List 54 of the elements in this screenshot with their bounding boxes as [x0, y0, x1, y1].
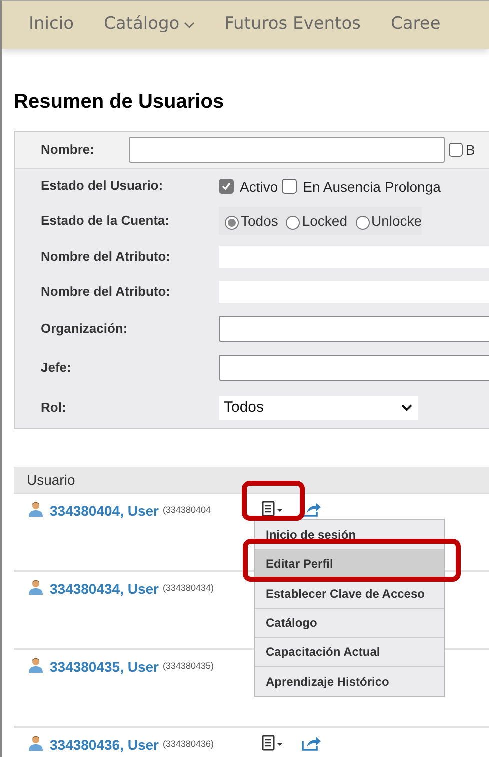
radio-button[interactable]	[225, 216, 239, 230]
role-select[interactable]: Todos	[219, 396, 418, 420]
field-label: Nombre del Atributo:	[41, 248, 172, 266]
name-field[interactable]	[129, 137, 445, 163]
manager-field[interactable]	[219, 355, 489, 381]
table-header: Usuario	[14, 467, 489, 494]
radio-button[interactable]	[356, 216, 370, 230]
user-id: (334380436)	[163, 738, 216, 751]
field-label: Estado de la Cuenta:	[41, 212, 171, 230]
radio-label: Unlocke	[372, 212, 422, 230]
organization-field[interactable]	[219, 316, 489, 342]
field-label: Nombre del Atributo:	[41, 282, 172, 301]
field-label: Rol:	[41, 399, 68, 418]
check-icon	[221, 180, 232, 192]
highlight-frame	[242, 481, 305, 521]
radio-label: Locked	[302, 212, 348, 230]
field-label: Nombre:	[41, 141, 96, 160]
user-icon	[28, 579, 44, 595]
user-icon	[28, 735, 44, 751]
checkbox-label: En Ausencia Prolonga	[303, 178, 441, 197]
field-label: Organización:	[41, 320, 129, 338]
checkbox[interactable]	[282, 178, 298, 194]
user-icon	[28, 657, 44, 673]
user-id: (334380434)	[163, 582, 216, 595]
checkbox-label: B	[466, 140, 476, 160]
radio-label: Todos	[241, 212, 278, 230]
radio-button[interactable]	[286, 216, 300, 230]
checkbox[interactable]	[219, 178, 234, 194]
user-link[interactable]: 334380435, User	[50, 657, 159, 678]
nav-link[interactable]: Catálogo	[104, 12, 195, 38]
menu-item[interactable]: Editar Perfil	[255, 549, 444, 579]
field-label: Estado del Usuario:	[41, 177, 164, 196]
nav-link[interactable]: Inicio	[29, 12, 74, 38]
nav-link[interactable]: Caree	[390, 12, 441, 38]
menu-item[interactable]: Inicio de sesión	[255, 520, 444, 550]
menu-item[interactable]: Establecer Clave de Acceso	[255, 578, 444, 608]
user-icon	[28, 501, 44, 517]
list-menu-icon[interactable]	[262, 501, 284, 517]
user-link[interactable]: 334380404, User	[50, 501, 159, 522]
user-link[interactable]: 334380436, User	[50, 735, 159, 756]
field-label: Jefe:	[41, 359, 72, 378]
user-id: (334380435)	[163, 660, 216, 673]
checkbox-label: Activo	[240, 178, 278, 197]
menu-item[interactable]: Capacitación Actual	[255, 637, 444, 666]
menu-item[interactable]: Catálogo	[255, 608, 444, 638]
page-title: Resumen de Usuarios	[14, 90, 226, 115]
share-icon[interactable]	[301, 735, 323, 751]
user-id: (334380404	[163, 504, 212, 517]
list-menu-icon[interactable]	[262, 735, 284, 751]
menu-item[interactable]: Aprendizaje Histórico	[255, 666, 444, 696]
chevron-down-icon	[401, 404, 413, 412]
user-link[interactable]: 334380434, User	[50, 579, 159, 600]
nav-link[interactable]: Futuros Eventos	[224, 12, 361, 38]
checkbox[interactable]	[449, 143, 463, 157]
